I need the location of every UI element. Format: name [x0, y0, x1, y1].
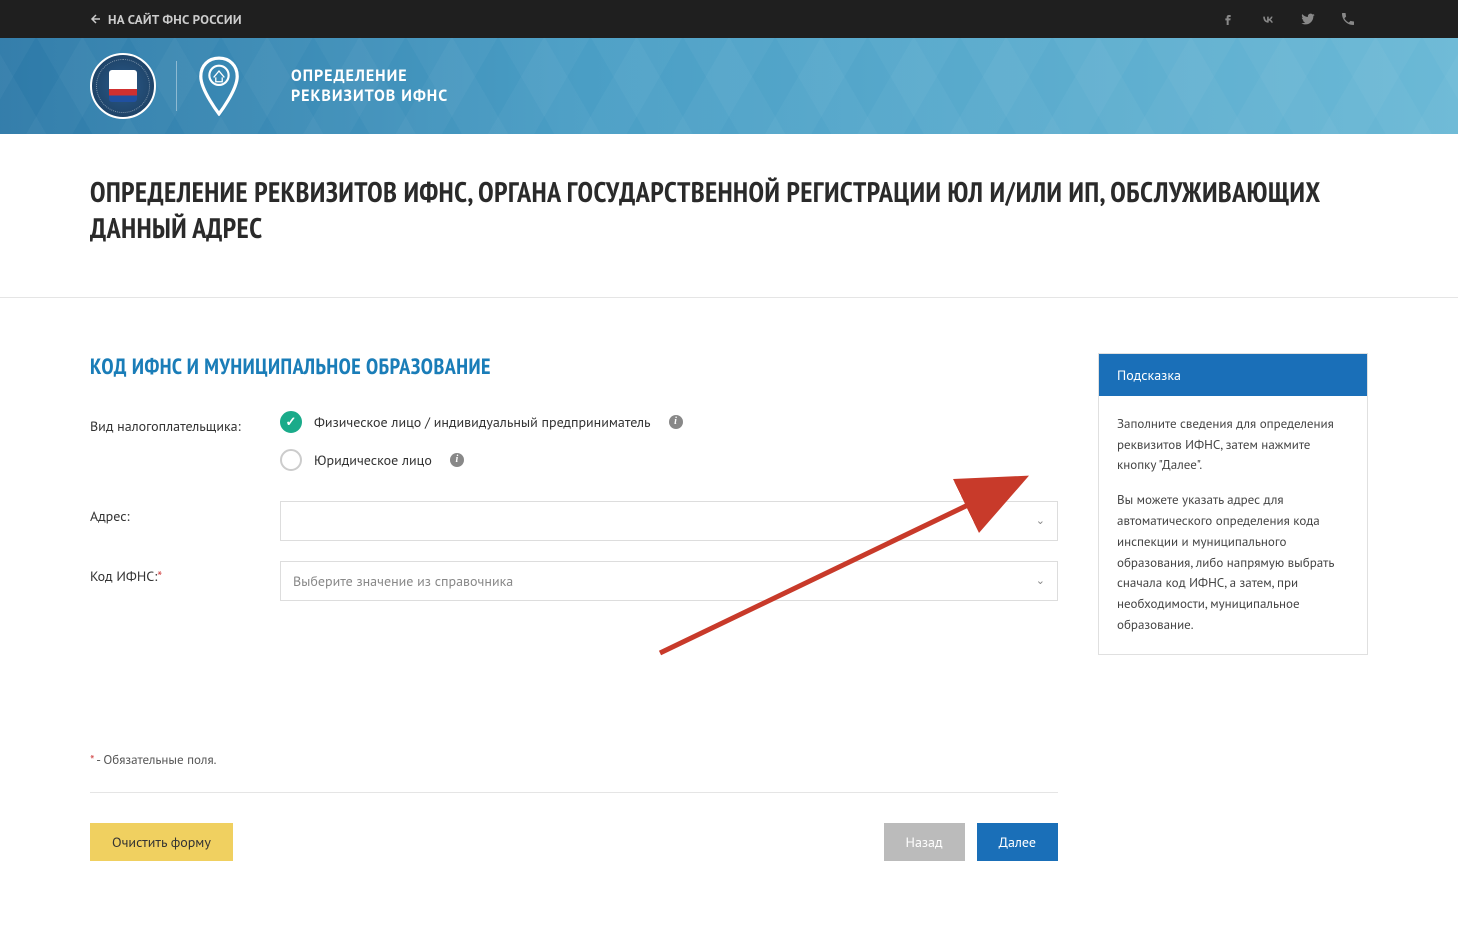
hint-box: Подсказка Заполните сведения для определ…	[1098, 353, 1368, 655]
radio-individual-label: Физическое лицо / индивидуальный предпри…	[314, 413, 651, 431]
header-title-line2: РЕКВИЗИТОВ ИФНС	[291, 86, 448, 106]
arrow-left-icon	[90, 14, 100, 24]
hint-p1: Заполните сведения для определения рекви…	[1117, 414, 1349, 476]
info-icon[interactable]: i	[450, 453, 464, 467]
facebook-link[interactable]	[1208, 0, 1248, 38]
fns-emblem-logo	[90, 53, 156, 119]
logo-divider	[176, 61, 177, 111]
back-to-site-label: НА САЙТ ФНС РОССИИ	[108, 11, 242, 28]
header: ОПРЕДЕЛЕНИЕ РЕКВИЗИТОВ ИФНС	[0, 38, 1458, 134]
radio-legal[interactable]: Юридическое лицо i	[280, 449, 1058, 471]
sidebar: Подсказка Заполните сведения для определ…	[1098, 353, 1368, 861]
code-select[interactable]: Выберите значение из справочника ⌄	[280, 561, 1058, 601]
hint-title: Подсказка	[1099, 354, 1367, 396]
content: КОД ИФНС И МУНИЦИПАЛЬНОЕ ОБРАЗОВАНИЕ Вид…	[0, 298, 1458, 901]
address-row: Адрес: ⌄	[90, 501, 1058, 541]
twitter-icon	[1300, 11, 1316, 27]
code-placeholder: Выберите значение из справочника	[293, 572, 513, 590]
radio-unchecked-icon	[280, 449, 302, 471]
page-title-section: ОПРЕДЕЛЕНИЕ РЕКВИЗИТОВ ИФНС, ОРГАНА ГОСУ…	[0, 134, 1458, 298]
taxpayer-radio-group: Физическое лицо / индивидуальный предпри…	[280, 411, 1058, 471]
address-select[interactable]: ⌄	[280, 501, 1058, 541]
back-to-site-link[interactable]: НА САЙТ ФНС РОССИИ	[90, 11, 242, 28]
radio-legal-label: Юридическое лицо	[314, 451, 432, 469]
code-row: Код ИФНС:* Выберите значение из справочн…	[90, 561, 1058, 601]
twitter-link[interactable]	[1288, 0, 1328, 38]
code-label: Код ИФНС:*	[90, 561, 280, 585]
location-marker-logo	[197, 56, 241, 116]
chevron-down-icon: ⌄	[1036, 514, 1045, 528]
hint-p2: Вы можете указать адрес для автоматическ…	[1117, 490, 1349, 636]
back-button[interactable]: Назад	[884, 823, 965, 861]
main-form: КОД ИФНС И МУНИЦИПАЛЬНОЕ ОБРАЗОВАНИЕ Вид…	[90, 353, 1058, 861]
section-heading: КОД ИФНС И МУНИЦИПАЛЬНОЕ ОБРАЗОВАНИЕ	[90, 353, 1058, 381]
vk-icon	[1260, 11, 1276, 27]
header-title: ОПРЕДЕЛЕНИЕ РЕКВИЗИТОВ ИФНС	[291, 66, 448, 106]
next-button[interactable]: Далее	[977, 823, 1058, 861]
radio-checked-icon	[280, 411, 302, 433]
topbar: НА САЙТ ФНС РОССИИ	[0, 0, 1458, 38]
taxpayer-label: Вид налогоплательщика:	[90, 411, 280, 435]
hint-body: Заполните сведения для определения рекви…	[1099, 396, 1367, 654]
required-note: * - Обязательные поля.	[90, 751, 1058, 768]
taxpayer-row: Вид налогоплательщика: Физическое лицо /…	[90, 411, 1058, 471]
clear-button[interactable]: Очистить форму	[90, 823, 233, 861]
chevron-down-icon: ⌄	[1036, 574, 1045, 588]
social-links	[1208, 0, 1368, 38]
page-title: ОПРЕДЕЛЕНИЕ РЕКВИЗИТОВ ИФНС, ОРГАНА ГОСУ…	[90, 174, 1368, 247]
address-label: Адрес:	[90, 501, 280, 525]
phone-icon	[1340, 11, 1356, 27]
header-title-line1: ОПРЕДЕЛЕНИЕ	[291, 66, 448, 86]
vk-link[interactable]	[1248, 0, 1288, 38]
required-star: *	[157, 567, 162, 585]
divider	[90, 792, 1058, 793]
info-icon[interactable]: i	[669, 415, 683, 429]
facebook-icon	[1220, 11, 1236, 27]
radio-individual[interactable]: Физическое лицо / индивидуальный предпри…	[280, 411, 1058, 433]
phone-link[interactable]	[1328, 0, 1368, 38]
actions: Очистить форму Назад Далее	[90, 823, 1058, 861]
